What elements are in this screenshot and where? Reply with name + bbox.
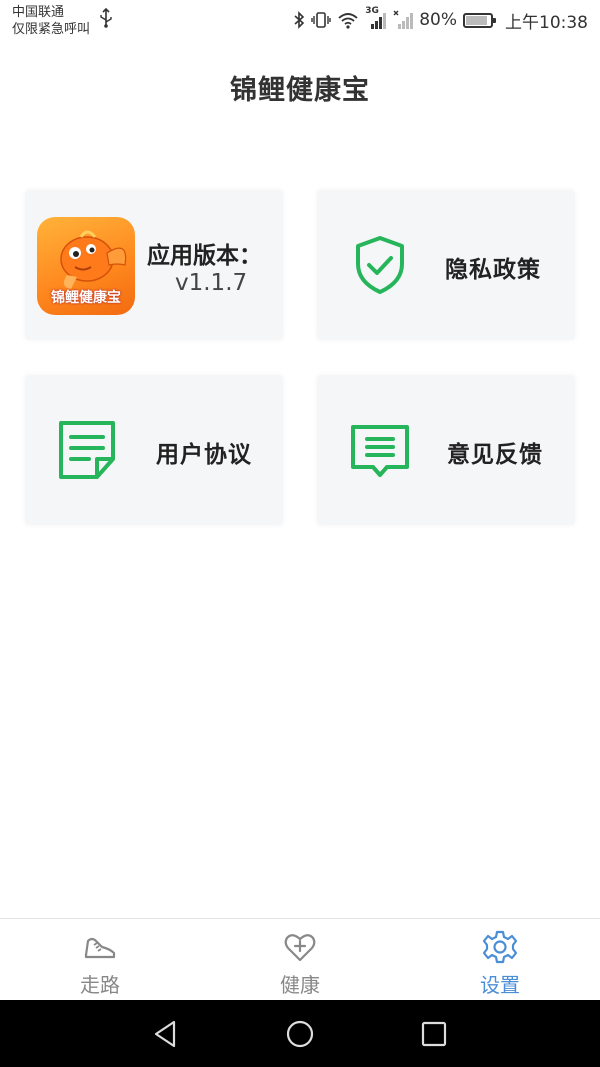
nav-walk[interactable]: 走路 (0, 919, 200, 1001)
system-nav-bar (0, 1000, 600, 1067)
clock: 上午10:38 (505, 12, 588, 33)
battery-percent: 80% (419, 10, 457, 30)
gear-icon (482, 930, 518, 964)
feedback-label: 意见反馈 (447, 442, 543, 468)
app-logo: 锦鲤健康宝 (37, 217, 135, 315)
version-value: v1.1.7 (175, 270, 248, 296)
nav-health[interactable]: 健康 (200, 919, 400, 1001)
privacy-policy-label: 隐私政策 (445, 257, 541, 283)
page-title: 锦鲤健康宝 (230, 75, 370, 106)
nav-settings-label: 设置 (480, 973, 520, 997)
feedback-card[interactable]: 意见反馈 (317, 375, 575, 525)
usb-icon (100, 8, 112, 28)
shield-check-icon (356, 236, 404, 294)
signal-icon (371, 13, 387, 29)
emergency-only-text: 仅限紧急呼叫 (12, 22, 91, 37)
document-icon (59, 421, 115, 479)
heart-plus-icon (284, 934, 316, 962)
wifi-icon (338, 13, 358, 29)
no-signal-icon (393, 10, 414, 29)
status-icons: 3G 80% 上午10:38 (293, 6, 588, 34)
home-icon[interactable] (284, 1018, 316, 1050)
bluetooth-icon (294, 11, 305, 29)
battery-icon (463, 12, 496, 28)
message-icon (351, 425, 409, 477)
status-bar: 中国联通 仅限紧急呼叫 3G 80% 上午10:38 (0, 0, 600, 44)
nav-settings[interactable]: 设置 (400, 919, 600, 1001)
privacy-policy-card[interactable]: 隐私政策 (317, 190, 575, 340)
back-icon[interactable] (150, 1018, 182, 1050)
signal-strength: 3G (365, 6, 387, 30)
vibrate-icon (311, 12, 331, 28)
app-version-card: 锦鲤健康宝 应用版本： v1.1.7 (25, 190, 283, 340)
nav-walk-label: 走路 (80, 973, 120, 997)
carrier-info: 中国联通 仅限紧急呼叫 (12, 4, 90, 38)
shoe-icon (84, 937, 116, 959)
nav-health-label: 健康 (280, 973, 320, 997)
bottom-nav: 走路 健康 设置 (0, 918, 600, 1001)
carrier-name: 中国联通 (12, 5, 65, 20)
logo-text: 锦鲤健康宝 (51, 290, 121, 306)
user-agreement-label: 用户协议 (156, 442, 252, 468)
user-agreement-card[interactable]: 用户协议 (25, 375, 283, 525)
recent-apps-icon[interactable] (418, 1018, 450, 1050)
version-label: 应用版本： (147, 243, 262, 269)
